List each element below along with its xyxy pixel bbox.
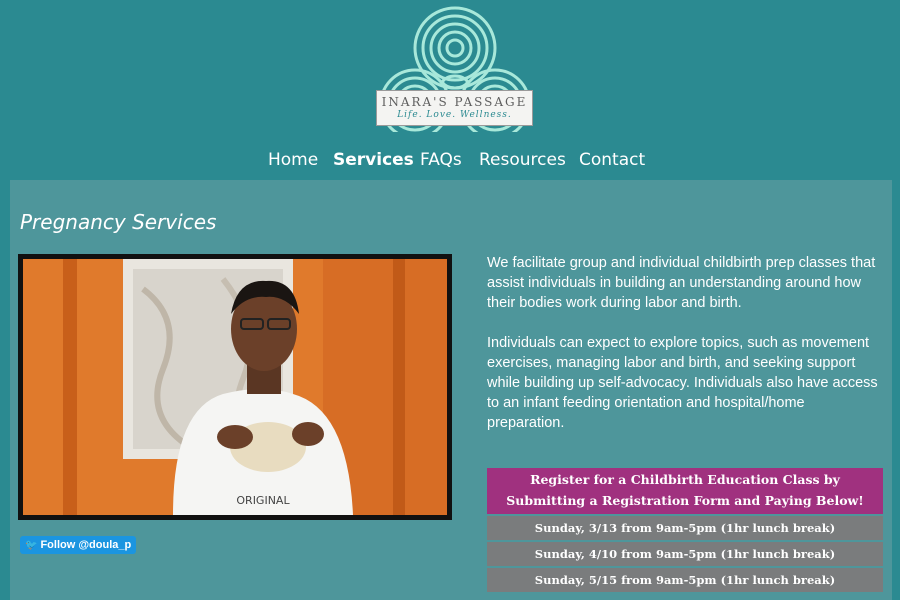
session-row[interactable]: Sunday, 5/15 from 9am-5pm (1hr lunch bre… bbox=[487, 568, 883, 592]
logo-name: INARA'S PASSAGE bbox=[381, 95, 528, 109]
page-title: Pregnancy Services bbox=[20, 210, 217, 234]
nav-item-contact[interactable]: Contact bbox=[579, 149, 645, 171]
session-row[interactable]: Sunday, 3/13 from 9am-5pm (1hr lunch bre… bbox=[487, 516, 883, 540]
twitter-bird-icon: 🐦 bbox=[25, 540, 38, 551]
description-paragraph: Individuals can expect to explore topics… bbox=[487, 335, 878, 431]
instructor-photo: ORIGINAL bbox=[18, 254, 452, 520]
site-logo[interactable]: INARA'S PASSAGE Life. Love. Wellness. bbox=[370, 4, 540, 132]
nav-item-faqs[interactable]: FAQs bbox=[420, 149, 462, 171]
twitter-follow-label: Follow @doula_p bbox=[40, 539, 132, 551]
nav-item-services[interactable]: Services bbox=[333, 149, 414, 171]
registration-header-line: Register for a Childbirth Education Clas… bbox=[530, 472, 840, 487]
nav-item-resources[interactable]: Resources bbox=[479, 149, 566, 171]
main-nav: Home Services FAQs Resources Contact bbox=[0, 149, 900, 173]
logo-wordmark: INARA'S PASSAGE Life. Love. Wellness. bbox=[376, 90, 533, 126]
registration-header[interactable]: Register for a Childbirth Education Clas… bbox=[487, 468, 883, 514]
service-description: We facilitate group and individual child… bbox=[487, 253, 879, 453]
content-panel: Pregnancy Services ORIGINAL 🐦 Follow @dou… bbox=[10, 180, 892, 600]
registration-table: Register for a Childbirth Education Clas… bbox=[487, 468, 883, 592]
twitter-follow-button[interactable]: 🐦 Follow @doula_p bbox=[20, 536, 137, 554]
session-row[interactable]: Sunday, 4/10 from 9am-5pm (1hr lunch bre… bbox=[487, 542, 883, 566]
site-header: INARA'S PASSAGE Life. Love. Wellness. Ho… bbox=[0, 0, 900, 180]
logo-tagline: Life. Love. Wellness. bbox=[397, 110, 512, 120]
description-paragraph: We facilitate group and individual child… bbox=[487, 255, 876, 311]
nav-item-home[interactable]: Home bbox=[268, 149, 318, 171]
registration-header-line: Submitting a Registration Form and Payin… bbox=[506, 493, 864, 508]
svg-text:ORIGINAL: ORIGINAL bbox=[236, 494, 290, 507]
